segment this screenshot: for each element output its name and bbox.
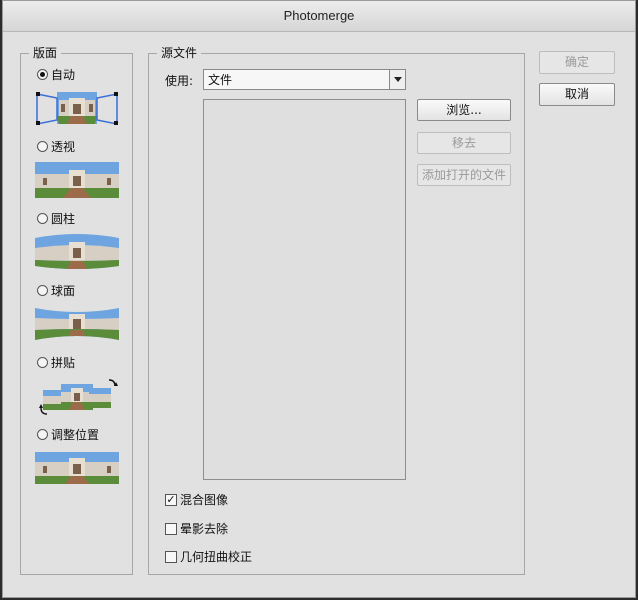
layout-option-label: 透视 (51, 140, 76, 154)
browse-button[interactable]: 浏览... (417, 99, 511, 121)
geometric-distortion-option[interactable]: 几何扭曲校正 (165, 548, 252, 565)
blend-images-option[interactable]: ✓ 混合图像 (165, 491, 228, 508)
layout-group: 版面 自动 透视 圆柱 球面 拼贴 调整位置 (20, 45, 133, 575)
vignette-removal-option[interactable]: 晕影去除 (165, 520, 228, 537)
cancel-button[interactable]: 取消 (539, 83, 615, 106)
source-files-group: 源文件 使用: 文件 浏览... 移去 添加打开的文件 ✓ 混合图像 晕影去除 … (148, 45, 525, 575)
layout-option-collage[interactable]: 拼贴 (37, 354, 75, 371)
radio-button[interactable] (37, 285, 48, 296)
file-list[interactable] (203, 99, 406, 480)
ok-button[interactable]: 确定 (539, 51, 615, 74)
reposition-layout-thumbnail[interactable] (35, 450, 119, 486)
geometric-distortion-checkbox[interactable] (165, 550, 177, 563)
radio-button[interactable] (37, 141, 48, 152)
radio-button[interactable] (37, 213, 48, 224)
layout-legend: 版面 (29, 45, 62, 61)
collage-layout-thumbnail[interactable] (35, 376, 119, 416)
layout-option-perspective[interactable]: 透视 (37, 138, 75, 155)
layout-option-cylindrical[interactable]: 圆柱 (37, 210, 75, 227)
layout-option-label: 圆柱 (51, 212, 76, 226)
auto-layout-thumbnail[interactable] (35, 90, 119, 126)
layout-option-reposition[interactable]: 调整位置 (37, 426, 99, 443)
radio-button[interactable] (37, 429, 48, 440)
remove-button[interactable]: 移去 (417, 132, 511, 154)
vignette-removal-checkbox[interactable] (165, 522, 177, 535)
blend-images-label: 混合图像 (180, 493, 229, 507)
chevron-down-icon[interactable] (389, 70, 405, 89)
use-select[interactable]: 文件 (203, 69, 406, 90)
layout-option-spherical[interactable]: 球面 (37, 282, 75, 299)
blend-images-checkbox[interactable]: ✓ (165, 493, 177, 506)
source-files-legend: 源文件 (157, 45, 202, 61)
layout-option-label: 拼贴 (51, 356, 76, 370)
use-select-value: 文件 (208, 73, 233, 87)
vignette-removal-label: 晕影去除 (180, 522, 229, 536)
use-label: 使用: (165, 74, 194, 88)
cylindrical-layout-thumbnail[interactable] (35, 234, 119, 270)
radio-button[interactable] (37, 357, 48, 368)
photomerge-dialog: Photomerge 版面 自动 透视 圆柱 球面 拼贴 调整位置 源文件 使用… (2, 0, 636, 598)
spherical-layout-thumbnail[interactable] (35, 306, 119, 342)
geometric-distortion-label: 几何扭曲校正 (180, 550, 253, 564)
layout-option-label: 球面 (51, 284, 76, 298)
add-open-files-button[interactable]: 添加打开的文件 (417, 164, 511, 186)
dialog-title: Photomerge (3, 1, 635, 32)
layout-option-label: 调整位置 (51, 428, 100, 442)
layout-option-label: 自动 (51, 68, 76, 82)
layout-option-auto[interactable]: 自动 (37, 66, 75, 83)
radio-button[interactable] (37, 69, 48, 80)
perspective-layout-thumbnail[interactable] (35, 162, 119, 198)
